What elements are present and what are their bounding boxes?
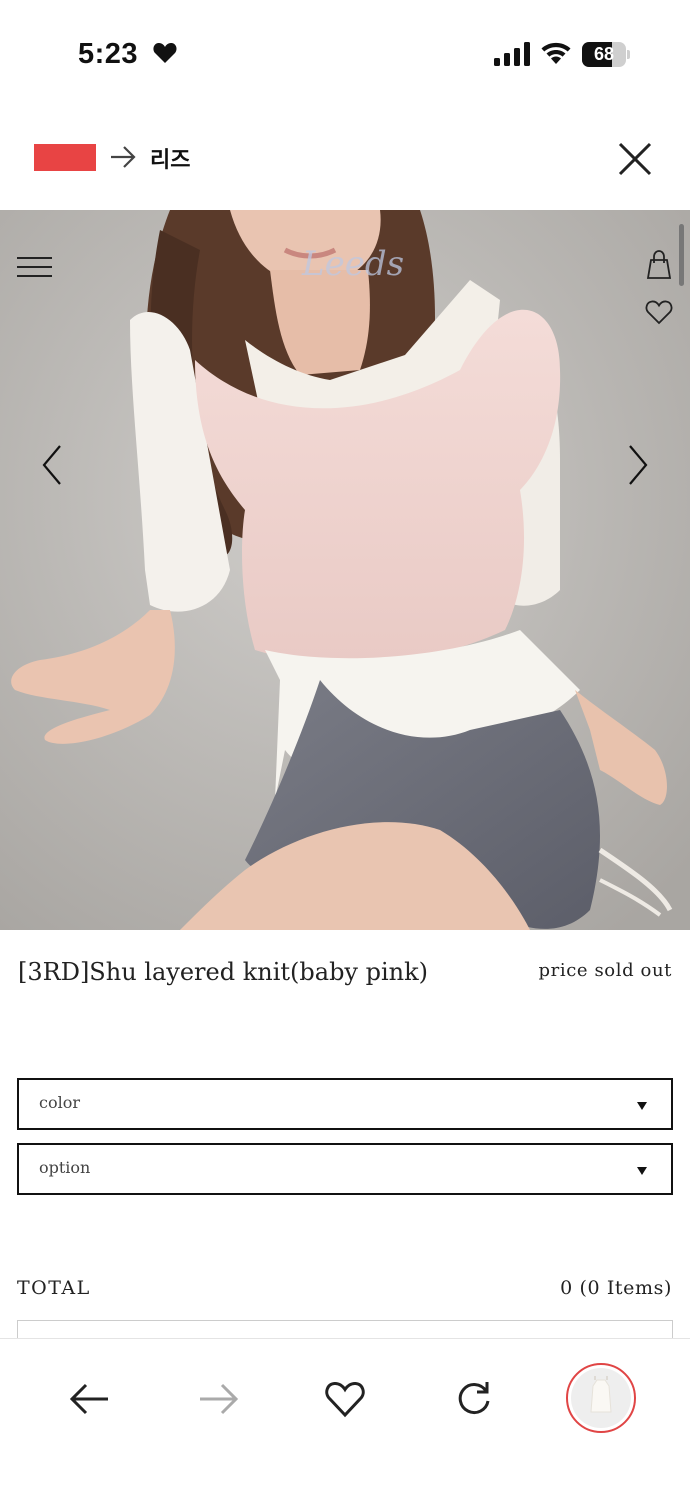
price-status: price sold out	[538, 960, 672, 981]
option-select[interactable]: option	[17, 1143, 673, 1195]
product-title: [3RD]Shu layered knit(baby pink)	[18, 958, 429, 986]
back-arrow-icon[interactable]	[68, 1377, 112, 1421]
total-value: 0 (0 Items)	[560, 1277, 672, 1299]
bottom-navigation-bar	[0, 1338, 690, 1500]
color-select-label: color	[39, 1093, 80, 1112]
brand-watermark: Leeds	[302, 244, 405, 284]
forward-arrow-icon[interactable]	[196, 1377, 240, 1421]
shopping-bag-icon[interactable]	[644, 248, 674, 282]
previous-image-icon[interactable]	[36, 440, 68, 490]
option-select-label: option	[39, 1158, 91, 1177]
favorite-heart-icon[interactable]	[323, 1377, 367, 1421]
heart-status-icon	[153, 42, 177, 63]
color-select[interactable]: color	[17, 1078, 673, 1130]
hamburger-menu-icon[interactable]	[14, 252, 56, 282]
redirect-header: 리즈	[0, 110, 690, 210]
battery-percent: 68	[593, 44, 615, 64]
reload-icon[interactable]	[452, 1377, 496, 1421]
dropdown-caret-icon	[637, 1167, 647, 1175]
arrow-right-icon	[111, 146, 136, 168]
status-bar: 5:23 68	[0, 0, 690, 110]
tab-thumbnail	[571, 1368, 631, 1428]
destination-app-name: 리즈	[150, 148, 191, 173]
tab-thumbnail-button[interactable]	[566, 1363, 636, 1433]
product-image-gallery[interactable]: Leeds	[0, 210, 690, 930]
dropdown-caret-icon	[637, 1102, 647, 1110]
wishlist-heart-icon[interactable]	[644, 298, 674, 326]
status-time: 5:23	[78, 38, 139, 70]
battery-icon: 68	[582, 42, 630, 67]
total-label: TOTAL	[17, 1277, 91, 1299]
close-icon[interactable]	[612, 136, 658, 182]
product-photo	[0, 210, 690, 930]
wifi-icon	[541, 42, 571, 64]
cellular-signal-icon	[494, 42, 530, 66]
next-image-icon[interactable]	[622, 440, 654, 490]
scroll-indicator[interactable]	[679, 224, 684, 286]
source-app-swatch	[34, 144, 96, 171]
